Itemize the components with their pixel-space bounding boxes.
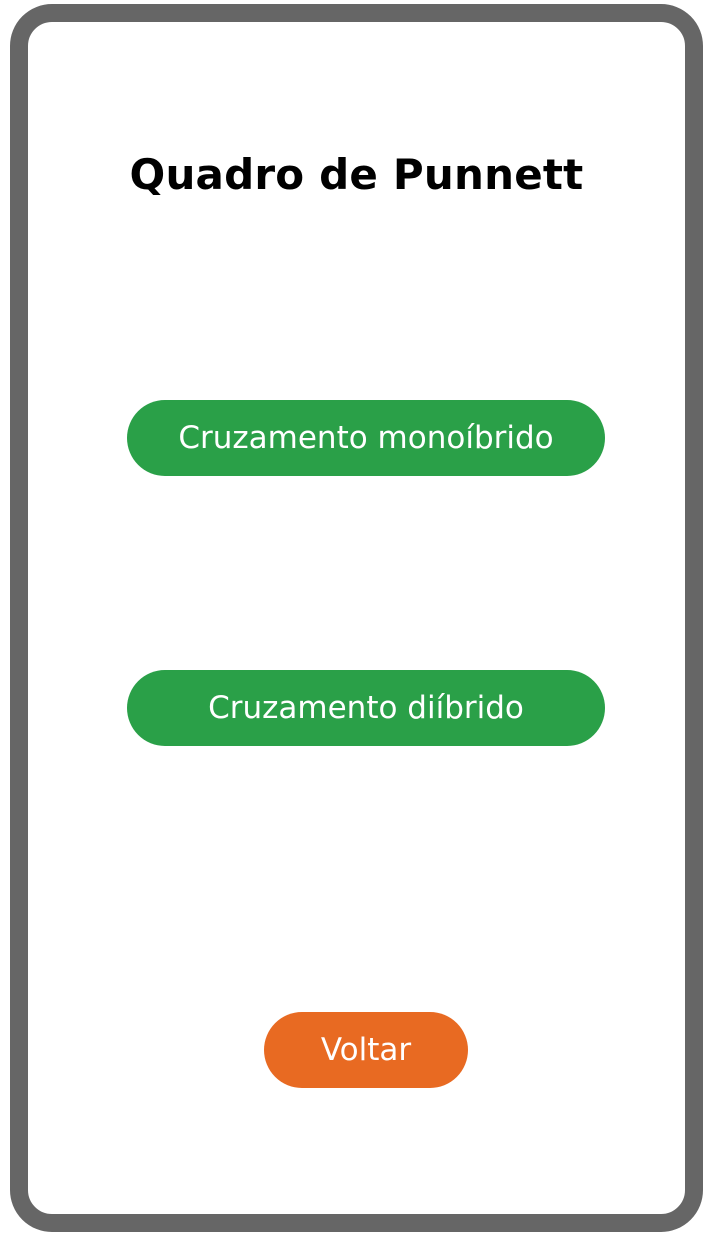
monohybrid-cross-button[interactable]: Cruzamento monoíbrido [127, 400, 605, 476]
dihybrid-cross-button[interactable]: Cruzamento diíbrido [127, 670, 605, 746]
menu-screen: Quadro de Punnett Cruzamento monoíbrido … [28, 22, 685, 1214]
device-frame: Quadro de Punnett Cruzamento monoíbrido … [10, 4, 703, 1232]
back-button[interactable]: Voltar [264, 1012, 468, 1088]
page-title: Quadro de Punnett [129, 150, 584, 199]
monohybrid-cross-label: Cruzamento monoíbrido [178, 420, 554, 456]
back-button-label: Voltar [320, 1032, 412, 1068]
dihybrid-cross-label: Cruzamento diíbrido [208, 690, 524, 726]
